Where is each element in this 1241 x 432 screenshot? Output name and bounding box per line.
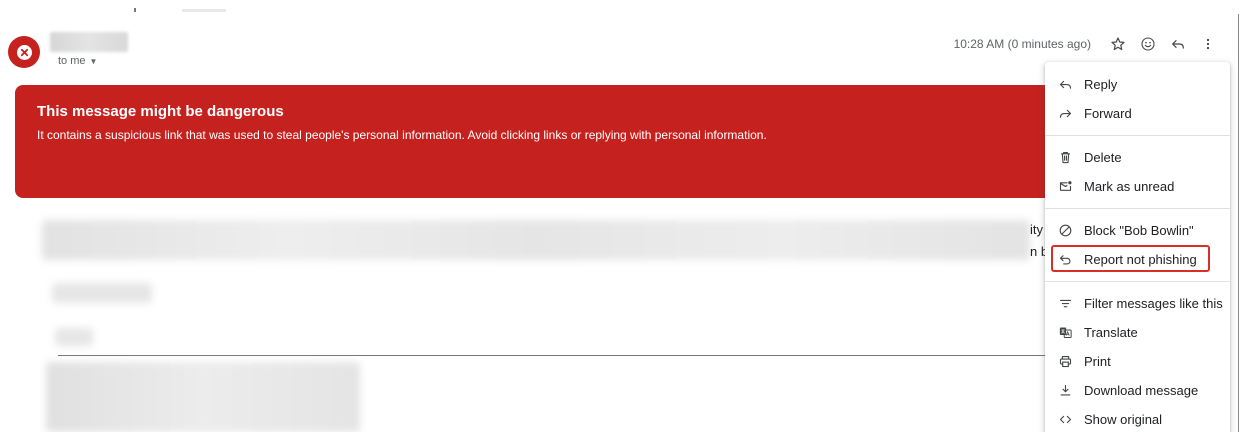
- menu-item-print[interactable]: Print: [1045, 347, 1230, 376]
- forward-icon: [1058, 106, 1073, 121]
- pane-edge: [1238, 14, 1239, 432]
- print-icon: [1058, 354, 1073, 369]
- redacted-body-text: [55, 328, 93, 346]
- menu-item-report-not-phishing[interactable]: Report not phishing: [1045, 245, 1230, 274]
- redacted-body-text: [52, 283, 152, 303]
- menu-item-translate[interactable]: Translate: [1045, 318, 1230, 347]
- recipient-dropdown[interactable]: to me ▼: [58, 55, 97, 67]
- menu-item-label: Delete: [1084, 150, 1122, 165]
- menu-item-mark-unread[interactable]: Mark as unread: [1045, 172, 1230, 201]
- menu-item-label: Show original: [1084, 412, 1163, 427]
- redacted-body-text: [42, 220, 1030, 260]
- message-header-actions: 10:28 AM (0 minutes ago): [954, 33, 1223, 55]
- star-icon[interactable]: [1103, 33, 1133, 55]
- menu-item-show-original[interactable]: Show original: [1045, 405, 1230, 432]
- top-fragment-mark: [134, 8, 136, 12]
- body-text-fragment: ity: [1030, 222, 1043, 237]
- chevron-down-icon: ▼: [89, 56, 98, 66]
- menu-item-label: Filter messages like this: [1084, 296, 1223, 311]
- menu-item-label: Forward: [1084, 106, 1132, 121]
- redacted-signature: [46, 362, 360, 432]
- reply-icon: [1058, 77, 1073, 92]
- download-icon: [1058, 383, 1073, 398]
- menu-divider: [1045, 208, 1230, 209]
- top-fragment: [0, 0, 240, 14]
- undo-icon: [1058, 252, 1073, 267]
- reply-icon[interactable]: [1163, 33, 1193, 55]
- menu-item-delete[interactable]: Delete: [1045, 143, 1230, 172]
- code-icon: [1058, 412, 1073, 427]
- emoji-icon[interactable]: [1133, 33, 1163, 55]
- menu-item-reply[interactable]: Reply: [1045, 70, 1230, 99]
- translate-icon: [1058, 325, 1073, 340]
- trash-icon: [1058, 150, 1073, 165]
- recipient-label: to me: [58, 55, 86, 67]
- signature-divider: [58, 355, 1048, 356]
- filter-icon: [1058, 296, 1073, 311]
- menu-item-block-sender[interactable]: Block "Bob Bowlin": [1045, 216, 1230, 245]
- menu-item-label: Mark as unread: [1084, 179, 1175, 194]
- menu-item-filter[interactable]: Filter messages like this: [1045, 289, 1230, 318]
- menu-item-download[interactable]: Download message: [1045, 376, 1230, 405]
- danger-warning-banner: This message might be dangerous It conta…: [15, 85, 1075, 198]
- sender-name-redacted: [50, 32, 128, 52]
- menu-divider: [1045, 281, 1230, 282]
- top-fragment-bar: [182, 9, 226, 12]
- menu-item-label: Block "Bob Bowlin": [1084, 223, 1194, 238]
- menu-item-forward[interactable]: Forward: [1045, 99, 1230, 128]
- menu-item-label: Download message: [1084, 383, 1199, 398]
- menu-divider: [1045, 135, 1230, 136]
- banner-title: This message might be dangerous: [37, 103, 284, 120]
- menu-item-label: Translate: [1084, 325, 1138, 340]
- mark-unread-icon: [1058, 179, 1073, 194]
- warning-icon: [16, 44, 32, 60]
- banner-text: It contains a suspicious link that was u…: [37, 128, 767, 142]
- menu-item-label: Reply: [1084, 77, 1118, 92]
- block-icon: [1058, 223, 1073, 238]
- menu-item-label: Report not phishing: [1084, 252, 1197, 267]
- menu-item-label: Print: [1084, 354, 1111, 369]
- message-options-menu: Reply Forward Delete Mark as unread Bloc…: [1045, 62, 1230, 432]
- sender-avatar[interactable]: [8, 36, 40, 68]
- more-vert-icon[interactable]: [1193, 33, 1223, 55]
- message-timestamp: 10:28 AM (0 minutes ago): [953, 37, 1091, 51]
